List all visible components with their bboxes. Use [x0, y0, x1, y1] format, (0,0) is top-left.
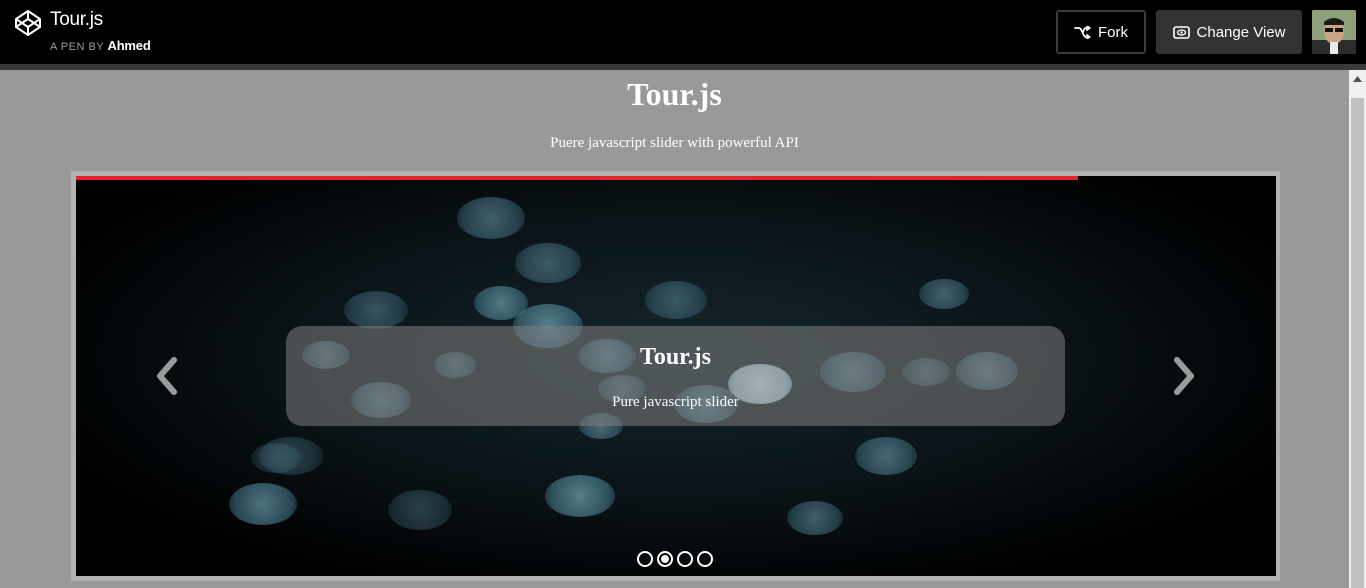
slide-dot-1[interactable]	[637, 551, 653, 567]
slider[interactable]: Tour.js Pure javascript slider	[76, 176, 1276, 576]
change-view-button[interactable]: Change View	[1156, 10, 1302, 54]
bokeh-light	[919, 279, 969, 309]
change-view-label: Change View	[1196, 23, 1286, 41]
bokeh-light	[515, 243, 581, 283]
header-divider	[0, 64, 1366, 70]
bokeh-light	[457, 197, 525, 239]
slide-dot-2[interactable]	[657, 551, 673, 567]
next-arrow-icon[interactable]	[1169, 356, 1199, 396]
slide-caption: Tour.js Pure javascript slider	[286, 326, 1065, 426]
fork-label: Fork	[1098, 23, 1128, 41]
pen-by-label: A PEN BY	[50, 41, 104, 53]
caption-text: Pure javascript slider	[612, 394, 739, 410]
fork-icon	[1074, 25, 1091, 39]
avatar-image	[1312, 10, 1356, 54]
bokeh-light	[545, 475, 615, 517]
slide-dot-3[interactable]	[677, 551, 693, 567]
bokeh-light	[344, 291, 408, 329]
slide-pagination	[637, 551, 713, 567]
bokeh-light	[229, 483, 297, 525]
eye-icon	[1172, 25, 1190, 39]
scrollbar-thumb[interactable]	[1351, 98, 1364, 588]
bokeh-light	[855, 437, 917, 475]
user-avatar[interactable]	[1312, 10, 1356, 54]
bokeh-light	[388, 490, 452, 530]
fork-button[interactable]: Fork	[1056, 10, 1146, 54]
vertical-scrollbar[interactable]	[1349, 70, 1366, 588]
scroll-up-arrow-icon[interactable]	[1349, 70, 1366, 87]
codepen-logo-icon[interactable]	[14, 9, 42, 37]
slide-dot-4[interactable]	[697, 551, 713, 567]
bokeh-light	[251, 443, 301, 473]
author-link[interactable]: Ahmed	[108, 38, 151, 53]
prev-arrow-icon[interactable]	[152, 356, 182, 396]
page-subtitle: Puere javascript slider with powerful AP…	[550, 135, 799, 151]
bokeh-light	[645, 281, 707, 319]
slide-progress-bar	[76, 176, 1078, 180]
page-title: Tour.js	[627, 76, 722, 112]
pen-byline: A PEN BY Ahmed	[50, 38, 151, 53]
bokeh-light	[787, 501, 843, 535]
codepen-header: Tour.js A PEN BY Ahmed Fork Change View	[0, 0, 1366, 64]
caption-title: Tour.js	[640, 344, 711, 370]
pen-title[interactable]: Tour.js	[50, 9, 103, 31]
